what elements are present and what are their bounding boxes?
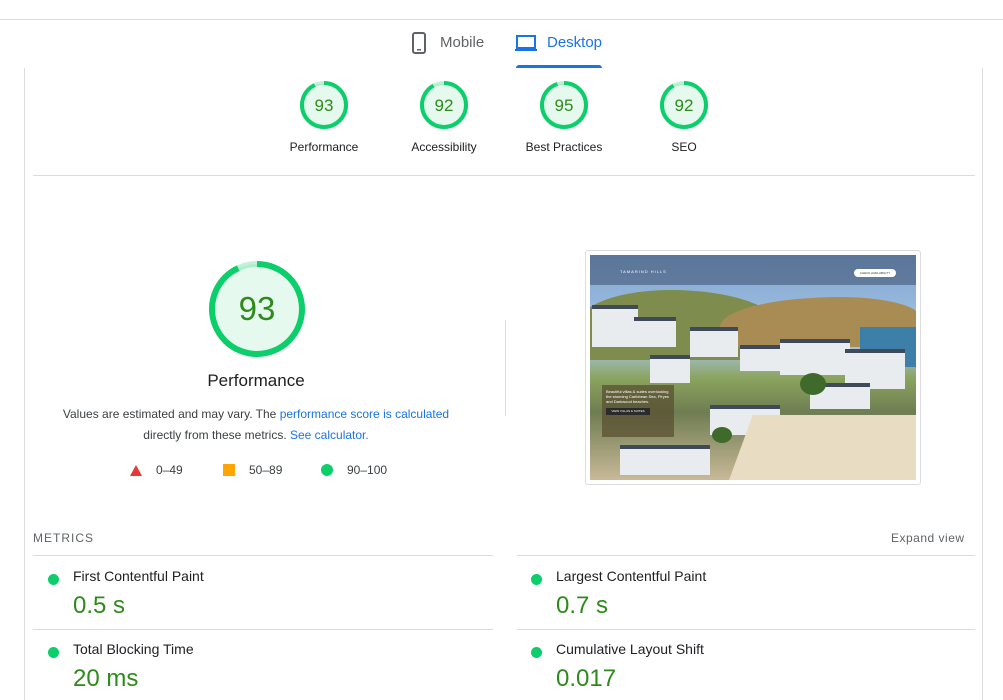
performance-description: Values are estimated and may vary. The p… — [45, 404, 467, 446]
performance-gauge-large: 93 — [207, 259, 307, 359]
gauge-label: Accessibility — [411, 140, 477, 154]
metric-name: Largest Contentful Paint — [556, 568, 707, 584]
tab-desktop-label: Desktop — [547, 34, 603, 51]
tab-desktop[interactable]: Desktop — [515, 30, 602, 68]
metrics-divider — [33, 555, 493, 556]
metric-value: 0.5 s — [73, 592, 126, 619]
tab-mobile[interactable]: Mobile — [408, 30, 484, 68]
metrics-heading: METRICS — [33, 531, 94, 545]
gauge-score: 92 — [675, 96, 694, 115]
gauge-label: Performance — [289, 140, 359, 154]
gauge-ring: 92 — [660, 81, 708, 129]
metric-name: First Contentful Paint — [73, 568, 204, 584]
vertical-divider — [505, 320, 506, 416]
gauge-score: 95 — [555, 96, 574, 115]
building — [634, 317, 676, 347]
desc-text: directly from these metrics. — [143, 428, 287, 442]
metrics-divider — [517, 629, 975, 630]
gauge-label: Best Practices — [525, 140, 603, 154]
laptop-icon — [515, 30, 537, 56]
metric-value: 0.7 s — [556, 592, 609, 619]
see-calculator-link[interactable]: See calculator. — [290, 428, 369, 442]
building — [650, 355, 690, 383]
legend-range: 90–100 — [347, 463, 388, 477]
legend-range: 50–89 — [249, 463, 283, 477]
desc-text: Values are estimated and may vary. The — [62, 407, 277, 421]
metric-value: 20 ms — [73, 665, 139, 692]
hero-card: Beautiful villas & suites overlooking th… — [602, 385, 674, 437]
tab-mobile-label: Mobile — [440, 34, 485, 51]
site-cta: CHECK AVAILABILITY — [854, 269, 896, 277]
legend-range: 0–49 — [156, 463, 183, 477]
hero-button: VIEW VILLAS & SUITES — [606, 408, 650, 415]
gauge-ring: 93 — [300, 81, 348, 129]
site-header: TAMARIND HILLS CHECK AVAILABILITY — [590, 255, 916, 285]
screenshot-image: TAMARIND HILLS CHECK AVAILABILITY Beauti… — [590, 255, 916, 480]
final-screenshot[interactable]: TAMARIND HILLS CHECK AVAILABILITY Beauti… — [585, 250, 921, 485]
building — [780, 339, 850, 375]
performance-score: 93 — [239, 290, 276, 327]
site-logo: TAMARIND HILLS — [620, 269, 667, 274]
square-icon — [223, 464, 235, 476]
pass-circle-icon — [48, 574, 59, 585]
beach-shape — [727, 415, 916, 480]
device-tabs: Mobile Desktop — [0, 30, 1003, 68]
metric-name: Total Blocking Time — [73, 641, 194, 657]
score-gauge-accessibility[interactable]: 92 Accessibility — [384, 80, 504, 154]
metric-name: Cumulative Layout Shift — [556, 641, 704, 657]
circle-icon — [321, 464, 333, 476]
section-divider — [33, 175, 975, 176]
score-gauge-best-practices[interactable]: 95 Best Practices — [504, 80, 624, 154]
pass-circle-icon — [531, 647, 542, 658]
top-divider — [0, 19, 1003, 20]
performance-title: Performance — [207, 371, 305, 390]
metrics-divider — [517, 555, 975, 556]
building — [690, 327, 738, 357]
score-legend: 0–49 50–89 90–100 — [25, 463, 505, 479]
phone-icon — [408, 30, 430, 56]
hero-text: Beautiful villas & suites overlooking th… — [606, 389, 669, 404]
pass-circle-icon — [48, 647, 59, 658]
legend-fail: 0–49 — [130, 463, 183, 477]
gauge-score: 92 — [435, 96, 454, 115]
legend-pass: 90–100 — [321, 463, 387, 477]
score-calculated-link[interactable]: performance score is calculated — [280, 407, 449, 421]
metric-value: 0.017 — [556, 665, 617, 692]
building — [592, 305, 638, 347]
building — [620, 445, 710, 475]
tree-shape — [800, 373, 826, 395]
building — [740, 345, 782, 371]
gauge-ring: 95 — [540, 81, 588, 129]
score-gauge-performance[interactable]: 93 Performance — [264, 80, 384, 154]
legend-average: 50–89 — [223, 463, 282, 477]
score-gauge-seo[interactable]: 92 SEO — [624, 80, 744, 154]
metrics-divider — [33, 629, 493, 630]
gauge-score: 93 — [315, 96, 334, 115]
pass-circle-icon — [531, 574, 542, 585]
triangle-icon — [130, 464, 142, 476]
tree-shape — [712, 427, 732, 443]
category-scores: 93 Performance 92 Accessibility 95 Best … — [25, 80, 984, 176]
gauge-ring: 92 — [420, 81, 468, 129]
gauge-label: SEO — [671, 140, 697, 154]
expand-view-button[interactable]: Expand view — [891, 531, 965, 545]
report-panel: 93 Performance 92 Accessibility 95 Best … — [24, 68, 983, 700]
